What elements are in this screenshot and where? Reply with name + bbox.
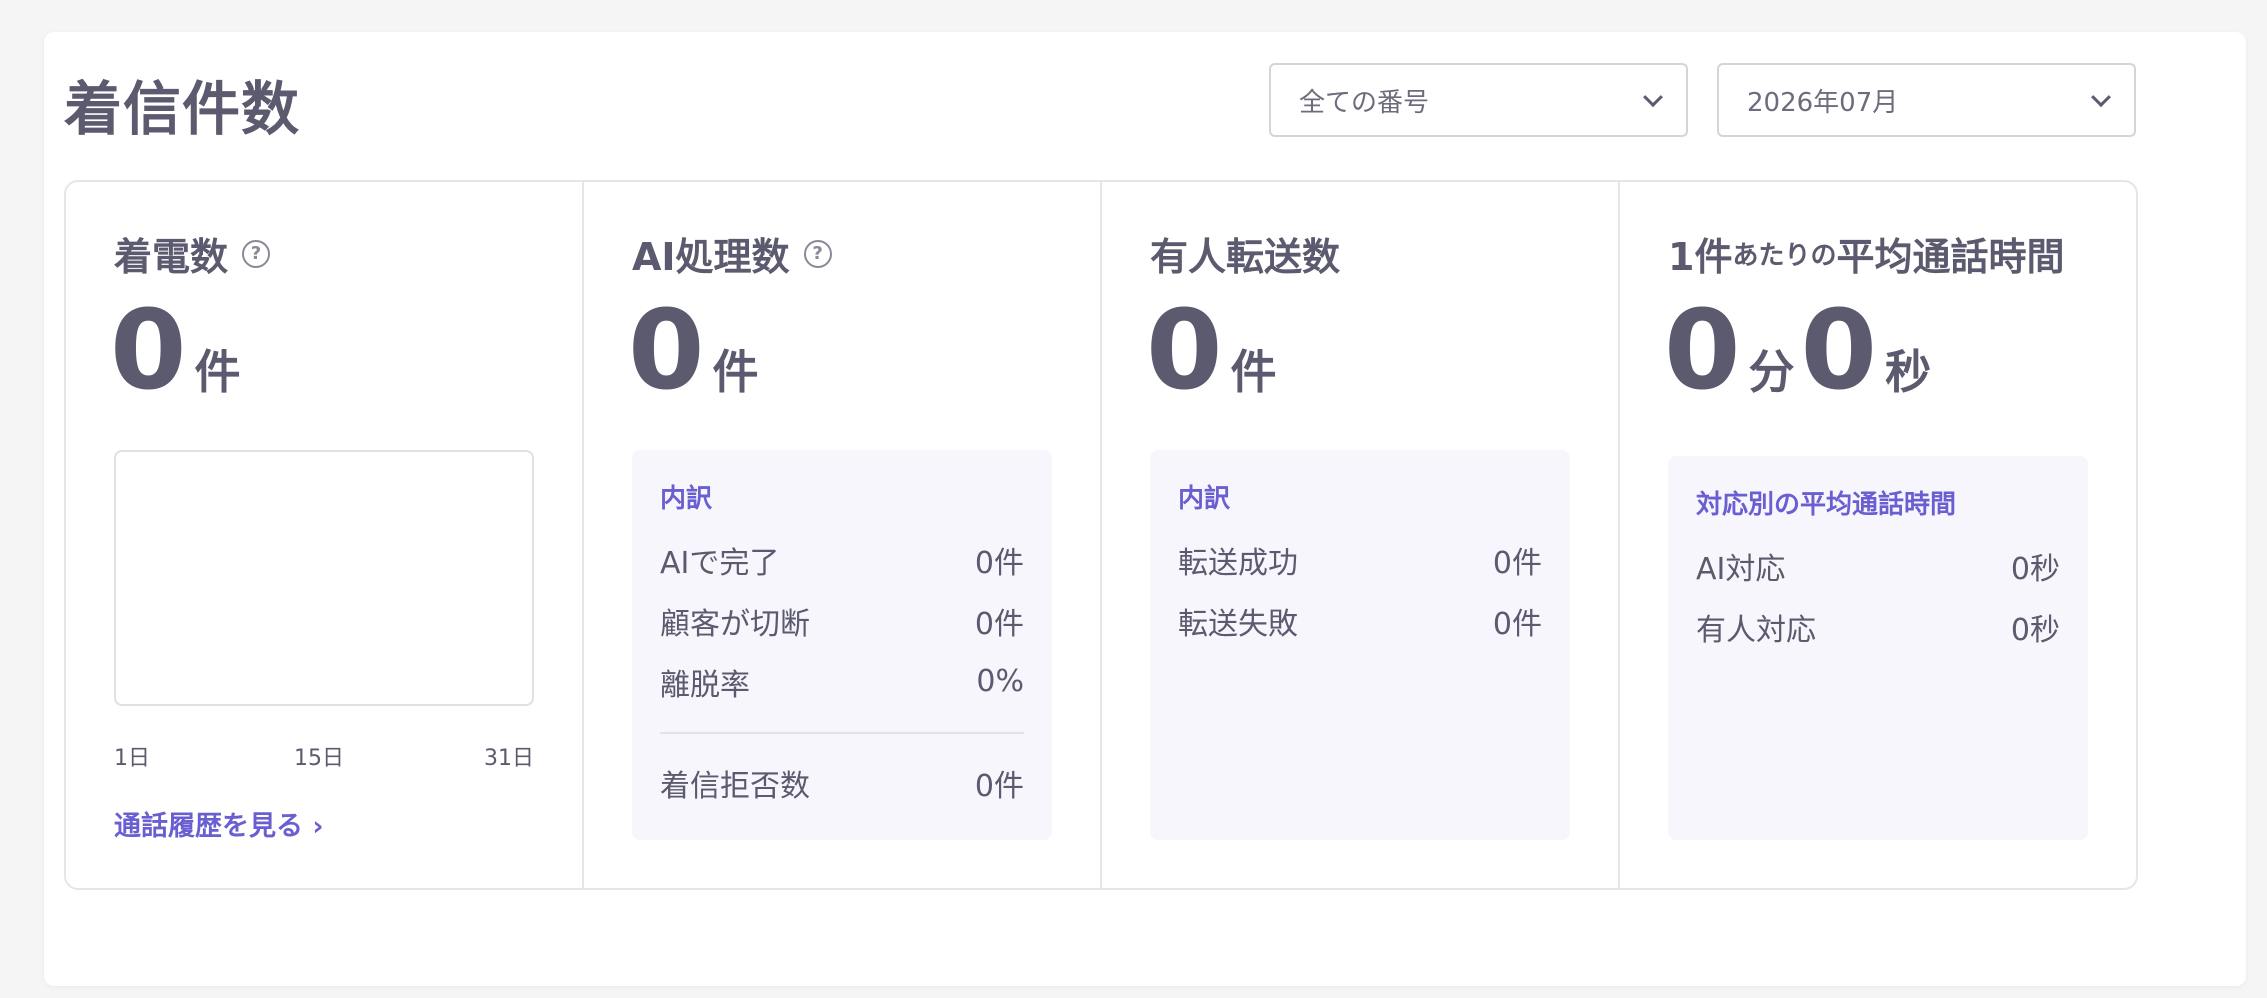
- breakdown-value: 0秒: [2010, 612, 2060, 648]
- card-title-text: 有人転送数: [1150, 235, 1341, 279]
- duration-minutes-unit: 分: [1748, 345, 1795, 399]
- question-circle-icon[interactable]: ?: [803, 239, 832, 268]
- breakdown-row: 有人対応 0秒: [1696, 596, 2060, 657]
- card-title-small: あたりの: [1732, 241, 1837, 271]
- daily-calls-chart: [114, 450, 534, 706]
- duration-seconds-unit: 秒: [1885, 345, 1932, 399]
- breakdown-row: 転送失敗 0件: [1178, 590, 1542, 651]
- breakdown-row: AIで完了 0件: [660, 529, 1024, 590]
- breakdown-title: 内訳: [660, 484, 713, 514]
- transfer-count-unit: 件: [1230, 345, 1277, 399]
- average-duration: 0 分 0 秒: [1664, 290, 1937, 411]
- calls-count-number: 0: [110, 286, 187, 414]
- breakdown-value: 0件: [1492, 606, 1542, 642]
- card-title: AI処理数 ?: [632, 226, 832, 281]
- breakdown-value: 0件: [974, 768, 1024, 804]
- month-select-value: 2026年07月: [1747, 87, 1899, 118]
- breakdown-label: AI対応: [1696, 551, 1786, 587]
- card-title-text: 着電数: [114, 235, 229, 279]
- breakdown-label: 転送失敗: [1178, 606, 1298, 642]
- chart-tick-label: 1日: [114, 746, 150, 771]
- card-average-call-duration: 1件 あたりの 平均通話時間 0 分 0 秒 対応別の平均通話時間 AI対応 0秒 …: [1620, 182, 2136, 888]
- breakdown-row: 着信拒否数 0件: [660, 752, 1024, 813]
- breakdown-value: 0件: [974, 606, 1024, 642]
- ai-count-unit: 件: [712, 345, 759, 399]
- duration-minutes: 0: [1664, 286, 1741, 414]
- stats-cards: 着電数 ? 0 件 1日 15日 31日 通話履歴を見る › AI処理数 ? 0…: [64, 180, 2138, 890]
- month-select[interactable]: 2026年07月: [1717, 63, 2136, 137]
- breakdown-label: 着信拒否数: [660, 768, 810, 804]
- breakdown-title: 内訳: [1178, 484, 1231, 514]
- transfer-count-number: 0: [1146, 286, 1223, 414]
- card-title: 着電数 ?: [114, 226, 271, 281]
- card-title: 有人転送数: [1150, 226, 1340, 281]
- page-title: 着信件数: [64, 75, 301, 143]
- breakdown-title: 対応別の平均通話時間: [1696, 490, 1957, 520]
- number-select-value: 全ての番号: [1299, 87, 1430, 118]
- breakdown-label: 離脱率: [660, 667, 750, 703]
- card-incoming-calls: 着電数 ? 0 件 1日 15日 31日 通話履歴を見る ›: [66, 182, 584, 888]
- calls-count-unit: 件: [194, 345, 241, 399]
- ai-count: 0 件: [628, 290, 765, 411]
- breakdown-value: 0件: [974, 545, 1024, 581]
- chart-tick-label: 15日: [294, 746, 344, 771]
- breakdown-label: 有人対応: [1696, 612, 1816, 648]
- breakdown-row: AI対応 0秒: [1696, 535, 2060, 596]
- card-human-transfer: 有人転送数 0 件 内訳 転送成功 0件 転送失敗 0件: [1102, 182, 1620, 888]
- breakdown-row: 離脱率 0%: [660, 651, 1024, 712]
- number-select[interactable]: 全ての番号: [1269, 63, 1688, 137]
- breakdown-label: 転送成功: [1178, 545, 1298, 581]
- duration-seconds: 0: [1800, 286, 1878, 414]
- breakdown-label: 顧客が切断: [660, 606, 810, 642]
- breakdown-row: 転送成功 0件: [1178, 529, 1542, 590]
- breakdown-value: 0%: [976, 664, 1024, 699]
- breakdown-value: 0秒: [2010, 551, 2060, 587]
- calls-count: 0 件: [110, 290, 247, 411]
- ai-count-number: 0: [628, 286, 705, 414]
- card-title-text: AI処理数: [632, 235, 790, 279]
- divider: [660, 732, 1024, 734]
- card-title-pre: 1件: [1668, 235, 1733, 279]
- duration-breakdown: 対応別の平均通話時間 AI対応 0秒 有人対応 0秒: [1668, 456, 2088, 840]
- call-history-link[interactable]: 通話履歴を見る ›: [114, 804, 324, 843]
- ai-breakdown: 内訳 AIで完了 0件 顧客が切断 0件 離脱率 0% 着信拒否数 0件: [632, 450, 1052, 840]
- card-ai-processed: AI処理数 ? 0 件 内訳 AIで完了 0件 顧客が切断 0件 離脱率 0% …: [584, 182, 1102, 888]
- question-circle-icon[interactable]: ?: [242, 239, 271, 268]
- breakdown-label: AIで完了: [660, 545, 780, 581]
- transfer-breakdown: 内訳 転送成功 0件 転送失敗 0件: [1150, 450, 1570, 840]
- chevron-down-icon: [1643, 87, 1663, 108]
- card-title: 1件 あたりの 平均通話時間: [1668, 226, 2064, 281]
- transfer-count: 0 件: [1146, 290, 1283, 411]
- chevron-down-icon: [2091, 87, 2111, 108]
- breakdown-row: 顧客が切断 0件: [660, 590, 1024, 651]
- chart-tick-label: 31日: [484, 746, 534, 771]
- breakdown-value: 0件: [1492, 545, 1542, 581]
- card-title-post: 平均通話時間: [1836, 235, 2065, 279]
